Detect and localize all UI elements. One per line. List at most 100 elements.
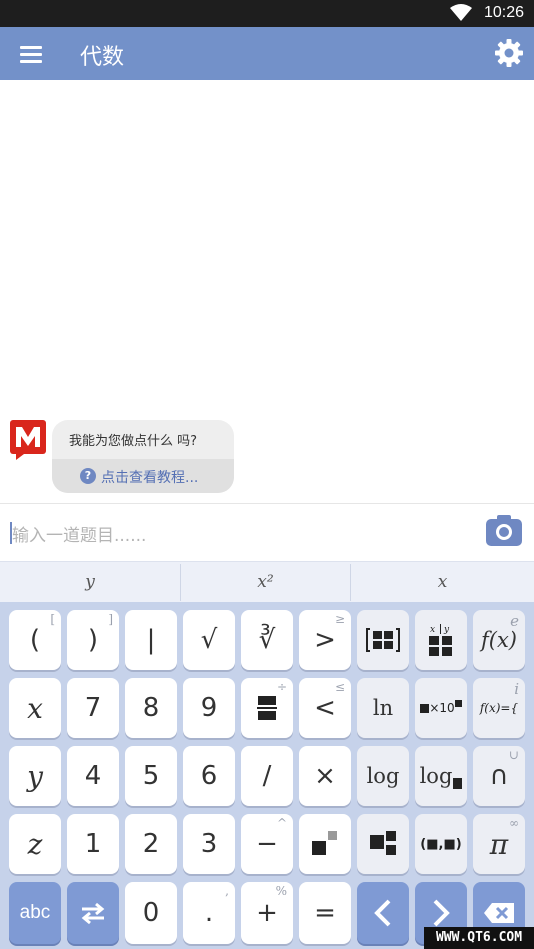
placeholder-box-icon (454, 699, 462, 707)
key-4[interactable]: 4 (67, 746, 119, 806)
left-arrow-icon (374, 899, 391, 927)
problem-input-row[interactable]: 输入一道题目...... (0, 503, 534, 562)
key-fraction-grid[interactable]: x y (415, 610, 467, 670)
key-secondary-label: ≤ (334, 680, 345, 694)
key-interval[interactable]: (■,■) (415, 814, 467, 874)
key-ln[interactable]: ln (357, 678, 409, 738)
key-open-paren[interactable]: ( [ (9, 610, 61, 670)
key-label: × (314, 761, 336, 791)
status-bar: 10:26 (0, 0, 534, 27)
key-secondary-label: ^ (276, 816, 287, 830)
key-equals[interactable]: = (299, 882, 351, 944)
key-y[interactable]: y (9, 746, 61, 806)
key-label: abc (19, 902, 51, 923)
backspace-icon (484, 903, 514, 923)
key-function[interactable]: f(x) e (473, 610, 525, 670)
key-label: π (489, 827, 509, 861)
key-swap[interactable] (67, 882, 119, 944)
key-matrix[interactable] (357, 610, 409, 670)
key-6[interactable]: 6 (183, 746, 235, 806)
key-label: − (256, 829, 278, 859)
key-log-base[interactable]: log (415, 746, 467, 806)
suggestion-bar: y x² x (0, 561, 534, 603)
key-label: ×10 (429, 701, 455, 715)
swap-icon (81, 902, 105, 924)
key-close-paren[interactable]: ) ] (67, 610, 119, 670)
key-nth-root[interactable]: ∛ (241, 610, 293, 670)
placeholder-box-icon (420, 703, 430, 713)
key-multiply[interactable]: × (299, 746, 351, 806)
key-0[interactable]: 0 (125, 882, 177, 944)
key-piecewise[interactable]: f(x)={ i (473, 678, 525, 738)
key-greater[interactable]: > ≥ (299, 610, 351, 670)
key-label: < (314, 693, 336, 723)
subscript-icon (370, 831, 396, 855)
key-label: z (27, 827, 43, 861)
key-secondary-label: [ (50, 612, 55, 626)
key-divide-fraction[interactable]: ÷ (241, 678, 293, 738)
key-z[interactable]: z (9, 814, 61, 874)
key-label: 6 (200, 761, 218, 791)
key-label: y (27, 759, 43, 793)
key-abc[interactable]: abc (9, 882, 61, 944)
key-intersection[interactable]: ∩ ∪ (473, 746, 525, 806)
key-5[interactable]: 5 (125, 746, 177, 806)
key-label: 1 (84, 829, 102, 859)
suggestion-item[interactable]: y (0, 562, 180, 603)
key-log[interactable]: log (357, 746, 409, 806)
wifi-icon (450, 4, 472, 21)
key-sqrt[interactable]: √ (183, 610, 235, 670)
camera-icon[interactable] (486, 514, 522, 546)
key-label: 0 (142, 898, 160, 928)
key-secondary-label: ÷ (276, 680, 287, 694)
key-label: √ (200, 625, 218, 655)
key-dot[interactable]: . , (183, 882, 235, 944)
right-arrow-icon (433, 899, 450, 927)
key-secondary-label: % (275, 884, 287, 898)
key-power[interactable] (299, 814, 351, 874)
key-subscript[interactable] (357, 814, 409, 874)
key-sci-notation[interactable]: ×10 (415, 678, 467, 738)
key-label: log (366, 764, 400, 788)
key-2[interactable]: 2 (125, 814, 177, 874)
problem-input-placeholder: 输入一道题目...... (12, 526, 147, 546)
key-7[interactable]: 7 (67, 678, 119, 738)
key-pi[interactable]: π ∞ (473, 814, 525, 874)
key-x[interactable]: x (9, 678, 61, 738)
gear-icon[interactable] (494, 38, 524, 68)
key-label: ) (87, 625, 99, 655)
key-label: . (204, 898, 214, 928)
key-label: 5 (142, 761, 160, 791)
key-secondary-label: ∞ (509, 816, 519, 830)
app-bar: 代数 (0, 27, 534, 80)
key-abs[interactable]: | (125, 610, 177, 670)
key-label: = (314, 898, 336, 928)
key-label: x (27, 691, 43, 725)
key-minus[interactable]: − ^ (241, 814, 293, 874)
key-secondary-label: i (514, 680, 519, 698)
hamburger-menu-icon[interactable] (18, 43, 44, 65)
key-secondary-label: ∪ (508, 748, 519, 762)
page-title: 代数 (80, 45, 125, 70)
tutorial-link[interactable]: ? 点击查看教程... (52, 459, 234, 493)
key-plus[interactable]: + % (241, 882, 293, 944)
key-9[interactable]: 9 (183, 678, 235, 738)
key-8[interactable]: 8 (125, 678, 177, 738)
key-label: 9 (200, 693, 218, 723)
key-slash[interactable]: / (241, 746, 293, 806)
status-time: 10:26 (483, 4, 524, 21)
key-label: f(x)={ (479, 701, 519, 715)
key-left[interactable] (357, 882, 409, 944)
key-1[interactable]: 1 (67, 814, 119, 874)
suggestion-item[interactable]: x² (181, 562, 350, 603)
assistant-question: 我能为您做点什么 吗? (69, 434, 198, 449)
key-3[interactable]: 3 (183, 814, 235, 874)
math-keyboard: ( [ ) ] | √ ∛ > ≥ x y f(x) e x 7 8 9 ÷ <… (0, 602, 534, 949)
key-secondary-label: e (510, 612, 519, 630)
svg-text:x: x (430, 625, 435, 635)
placeholder-box-icon (453, 777, 463, 789)
key-less[interactable]: < ≤ (299, 678, 351, 738)
suggestion-item[interactable]: x (351, 562, 534, 603)
key-secondary-label: ≥ (334, 612, 345, 626)
key-label: 7 (84, 693, 102, 723)
